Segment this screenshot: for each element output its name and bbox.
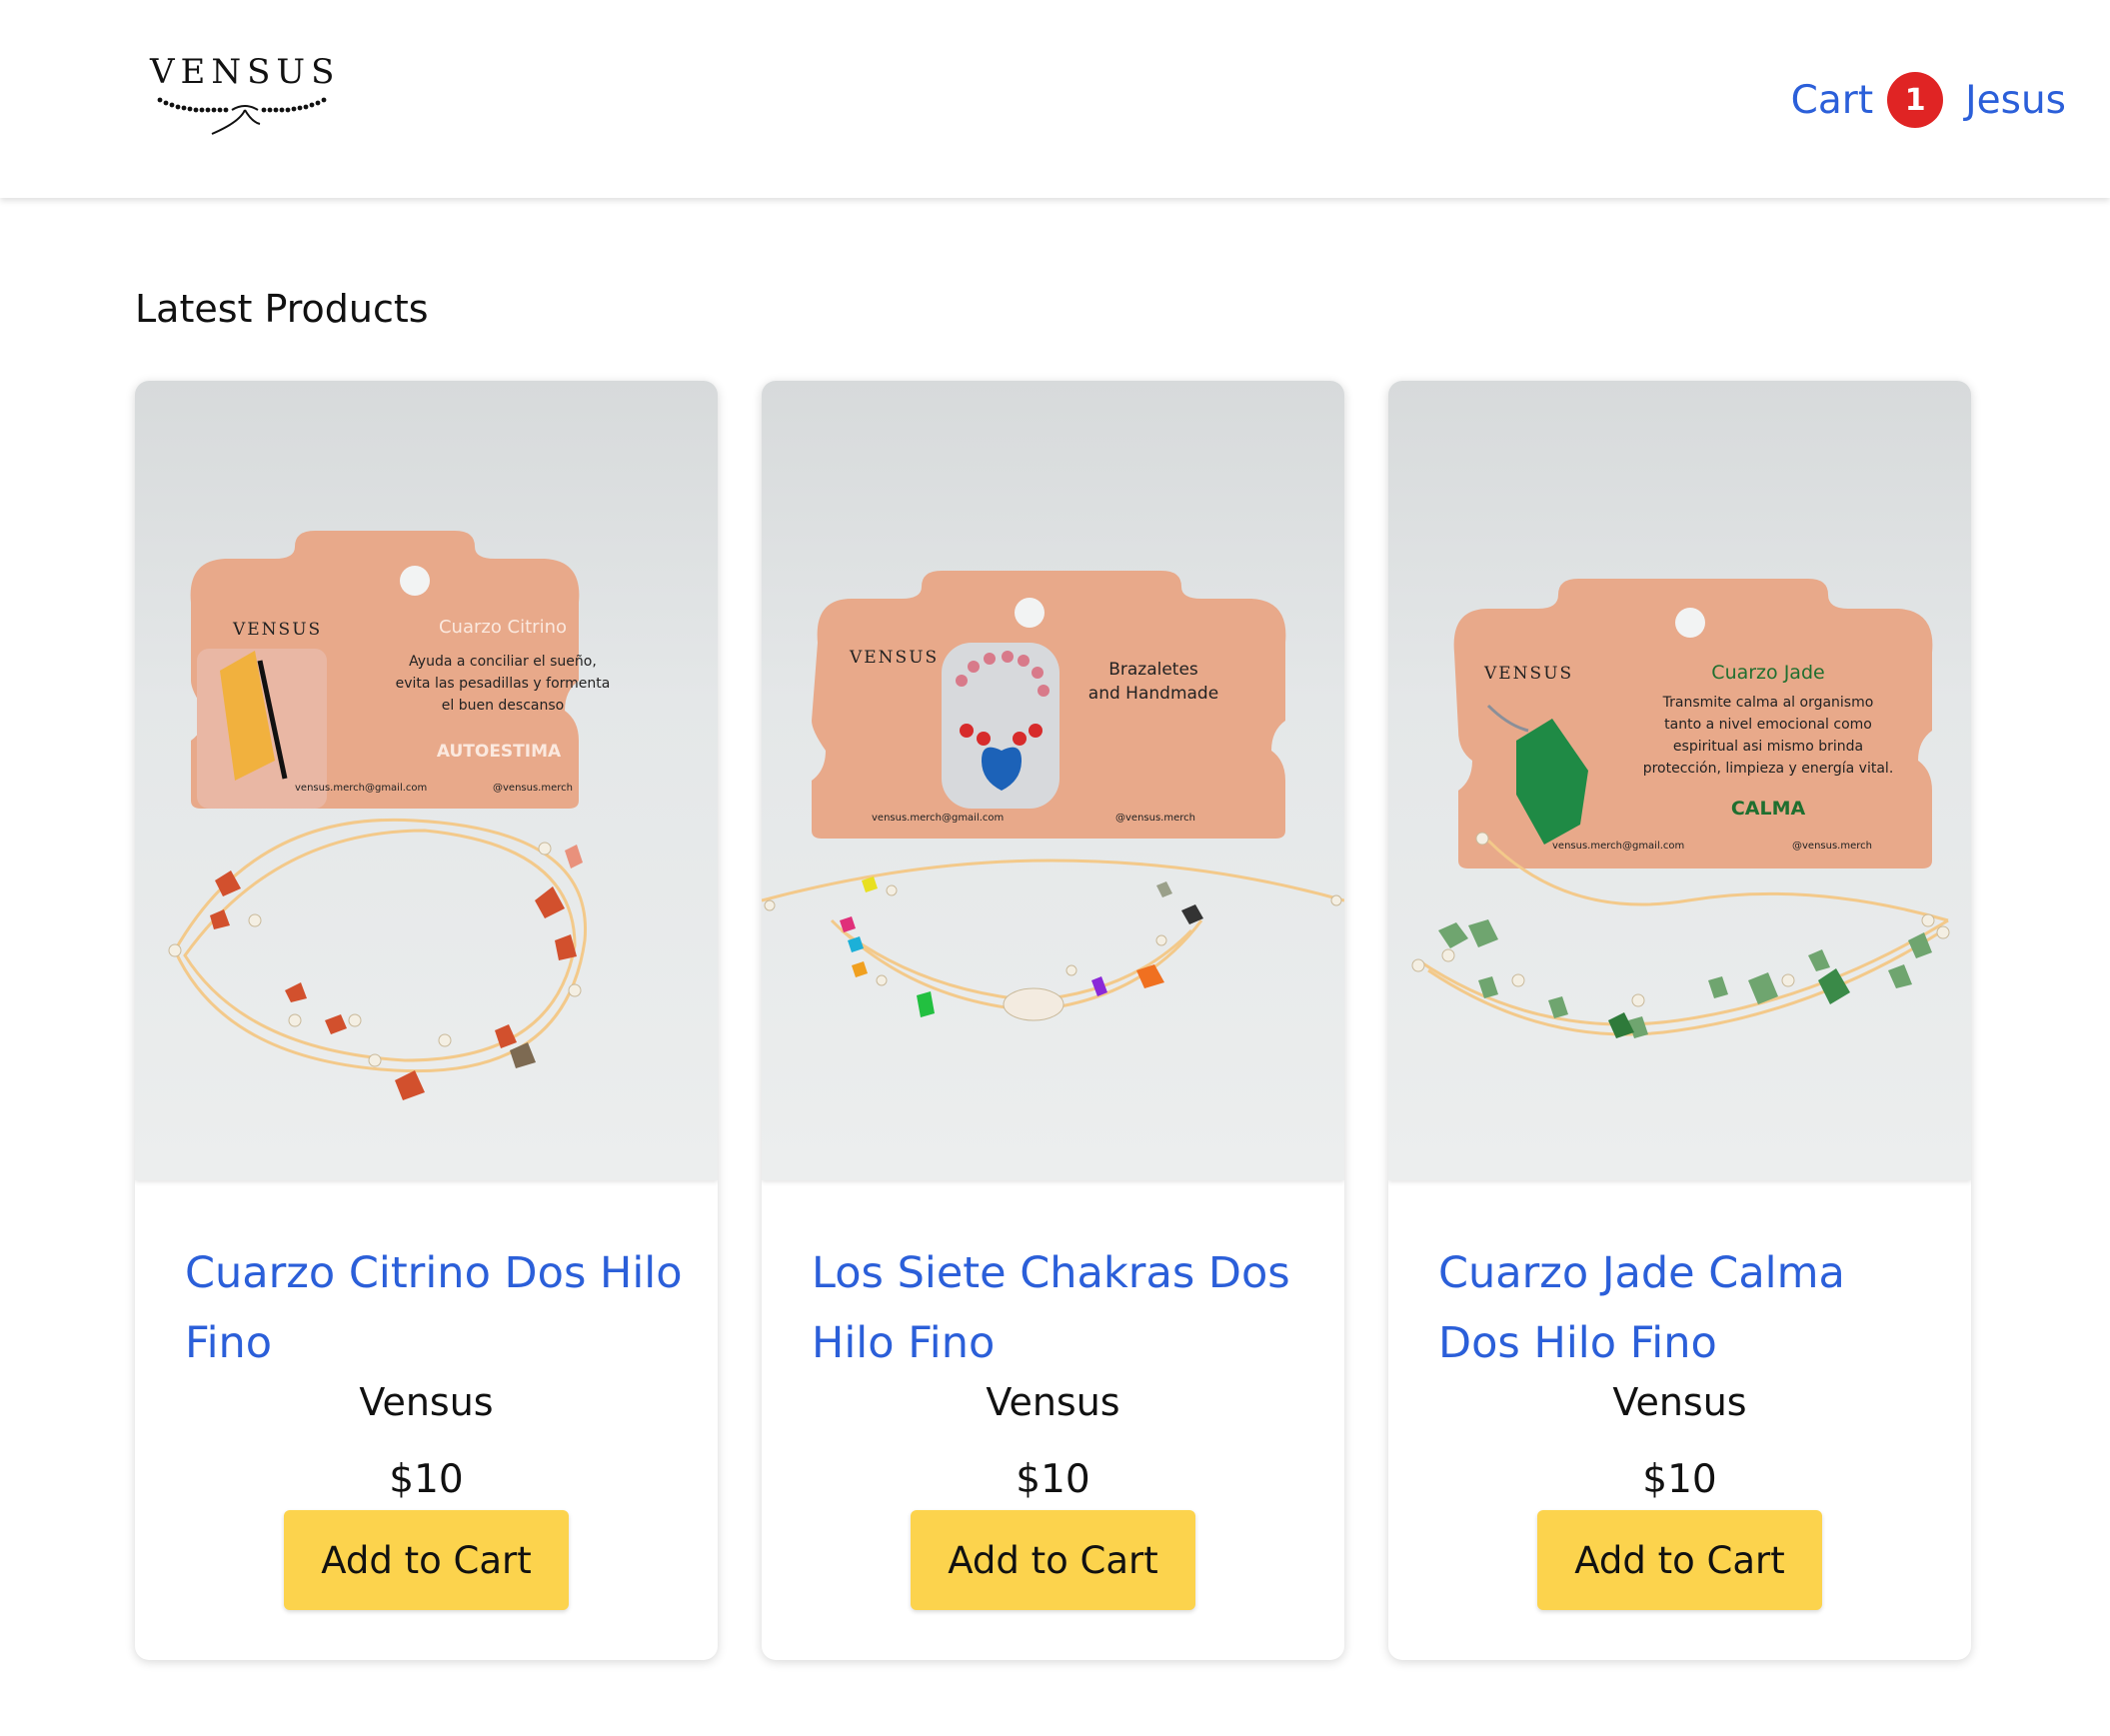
svg-text:Brazaletes: Brazaletes <box>1108 660 1198 680</box>
svg-text:VENSUS: VENSUS <box>232 620 322 640</box>
svg-text:vensus.merch@gmail.com: vensus.merch@gmail.com <box>295 783 427 794</box>
svg-text:@vensus.merch: @vensus.merch <box>1115 813 1195 824</box>
product-price: $10 <box>1016 1457 1090 1502</box>
nav-links: Cart 1 Jesus <box>1791 70 2066 130</box>
logo-text: VENSUS <box>150 52 341 92</box>
bracelet-photo: VENSUS Brazaletes and Handmade vensus.me… <box>762 571 1344 1021</box>
product-brand: Vensus <box>986 1380 1120 1424</box>
svg-text:Cuarzo Citrino: Cuarzo Citrino <box>439 617 567 638</box>
svg-text:Ayuda a conciliar el sueño,: Ayuda a conciliar el sueño, <box>409 654 597 670</box>
svg-text:el buen descanso: el buen descanso <box>442 698 564 714</box>
cart-count-badge[interactable]: 1 <box>1887 72 1944 128</box>
section-title: Latest Products <box>135 287 429 331</box>
svg-text:CALMA: CALMA <box>1731 798 1806 820</box>
svg-text:Transmite calma al organismo: Transmite calma al organismo <box>1662 695 1874 711</box>
product-card: VENSUS Cuarzo Jade Transmite calma al or… <box>1388 381 1971 1660</box>
svg-text:Cuarzo Jade: Cuarzo Jade <box>1711 662 1824 684</box>
svg-text:AUTOESTIMA: AUTOESTIMA <box>437 742 562 762</box>
svg-text:protección, limpieza y energía: protección, limpieza y energía vital. <box>1643 761 1894 777</box>
svg-text:@vensus.merch: @vensus.merch <box>1792 841 1872 852</box>
svg-text:VENSUS: VENSUS <box>849 648 939 668</box>
product-image[interactable]: VENSUS Cuarzo Jade Transmite calma al or… <box>1388 381 1971 1180</box>
top-navbar: VENSUS Cart 1 Jesus <box>0 0 2110 198</box>
product-image[interactable]: VENSUS Cuarzo Citrino Ayuda a conciliar … <box>135 381 718 1180</box>
vensus-logo[interactable]: VENSUS <box>150 52 340 152</box>
svg-text:VENSUS: VENSUS <box>1483 664 1573 684</box>
user-menu-link[interactable]: Jesus <box>1965 78 2066 123</box>
svg-text:espiritual asi mismo brinda: espiritual asi mismo brinda <box>1673 739 1863 755</box>
product-brand: Vensus <box>359 1380 494 1424</box>
cart-link[interactable]: Cart <box>1791 78 1873 123</box>
svg-text:vensus.merch@gmail.com: vensus.merch@gmail.com <box>872 813 1004 824</box>
product-card: VENSUS Brazaletes and Handmade vensus.me… <box>762 381 1344 1660</box>
product-card: VENSUS Cuarzo Citrino Ayuda a conciliar … <box>135 381 718 1660</box>
bracelet-photo: VENSUS Cuarzo Citrino Ayuda a conciliar … <box>168 531 611 1100</box>
product-brand: Vensus <box>1612 1380 1747 1424</box>
product-title-link[interactable]: Cuarzo Jade Calma Dos Hilo Fino <box>1438 1238 1938 1378</box>
product-title-link[interactable]: Cuarzo Citrino Dos Hilo Fino <box>185 1238 685 1378</box>
add-to-cart-button[interactable]: Add to Cart <box>911 1510 1195 1610</box>
logo-bead-strand-icon <box>157 97 327 135</box>
svg-text:tanto a nivel emocional como: tanto a nivel emocional como <box>1664 717 1872 733</box>
svg-text:vensus.merch@gmail.com: vensus.merch@gmail.com <box>1552 841 1684 852</box>
svg-text:and Handmade: and Handmade <box>1088 684 1218 704</box>
bracelet-photo: VENSUS Cuarzo Jade Transmite calma al or… <box>1411 579 1950 1038</box>
svg-text:@vensus.merch: @vensus.merch <box>493 783 573 794</box>
svg-text:evita las pesadillas y forment: evita las pesadillas y formenta <box>396 676 611 692</box>
product-price: $10 <box>1642 1457 1717 1502</box>
product-image[interactable]: VENSUS Brazaletes and Handmade vensus.me… <box>762 381 1344 1180</box>
add-to-cart-button[interactable]: Add to Cart <box>1537 1510 1822 1610</box>
add-to-cart-button[interactable]: Add to Cart <box>284 1510 569 1610</box>
product-price: $10 <box>389 1457 464 1502</box>
product-title-link[interactable]: Los Siete Chakras Dos Hilo Fino <box>812 1238 1311 1378</box>
